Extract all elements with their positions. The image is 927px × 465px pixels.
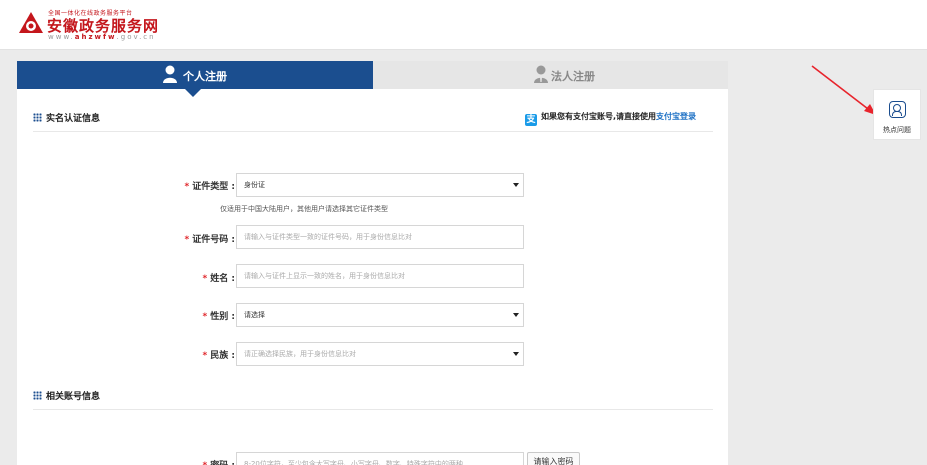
id-type-label: * 证件类型 :	[184, 182, 235, 192]
tab-active-indicator	[185, 89, 201, 97]
hot-questions-panel[interactable]: 热点问题	[873, 89, 921, 140]
section-title-realname: 实名认证信息	[33, 111, 100, 124]
red-arrow-annotation	[811, 65, 876, 115]
caret-down-icon	[513, 313, 519, 317]
caret-down-icon	[513, 352, 519, 356]
password-input[interactable]: 8-20位字符，至少包含大写字母、小写字母、数字、特殊字符中的两种	[236, 452, 524, 465]
caret-down-icon	[513, 183, 519, 187]
person-icon	[163, 65, 177, 83]
tab-legal-registration[interactable]: 法人注册	[373, 61, 728, 89]
id-number-label: * 证件号码 :	[184, 235, 235, 245]
alipay-login-link[interactable]: 支付宝登录	[656, 112, 696, 121]
id-type-hint: 仅适用于中国大陆用户，其他用户请选择其它证件类型	[220, 205, 388, 213]
password-button[interactable]: 请输入密码	[527, 452, 580, 465]
id-type-select[interactable]: 身份证	[236, 173, 524, 197]
name-input[interactable]: 请输入与证件上显示一致的姓名，用于身份信息比对	[236, 264, 524, 288]
grid-dots-icon	[33, 391, 42, 400]
gender-label: * 性别 :	[202, 312, 235, 322]
name-label: * 姓名 :	[202, 274, 235, 284]
person-tie-icon	[534, 65, 548, 83]
section-title-account: 相关账号信息	[33, 389, 100, 402]
id-number-input[interactable]: 请输入与证件类型一致的证件号码，用于身份信息比对	[236, 225, 524, 249]
tab-personal-registration[interactable]: 个人注册	[17, 61, 373, 97]
registration-card: 个人注册 法人注册 实名认证信息 支如果您有支付宝账号,请直接使用支付宝登录 *…	[17, 61, 728, 465]
section-divider	[33, 409, 713, 410]
section-divider	[33, 131, 713, 132]
help-user-icon	[889, 101, 906, 118]
logo-icon[interactable]	[18, 11, 44, 35]
alipay-login-hint: 支如果您有支付宝账号,请直接使用支付宝登录	[525, 112, 697, 126]
ethnicity-select[interactable]: 请正确选择民族，用于身份信息比对	[236, 342, 524, 366]
ethnicity-label: * 民族 :	[202, 351, 235, 361]
grid-dots-icon	[33, 113, 42, 122]
logo-url: www.ahzwfw.gov.cn	[48, 33, 156, 41]
password-label: *密码 :	[203, 458, 235, 465]
gender-select[interactable]: 请选择	[236, 303, 524, 327]
alipay-icon: 支	[525, 114, 537, 126]
tab-legal-label: 法人注册	[551, 70, 595, 83]
tab-personal-label: 个人注册	[183, 70, 227, 83]
hot-questions-label: 热点问题	[883, 126, 911, 134]
site-header: 全国一体化在线政务服务平台 安徽政务服务网 www.ahzwfw.gov.cn	[0, 0, 927, 50]
